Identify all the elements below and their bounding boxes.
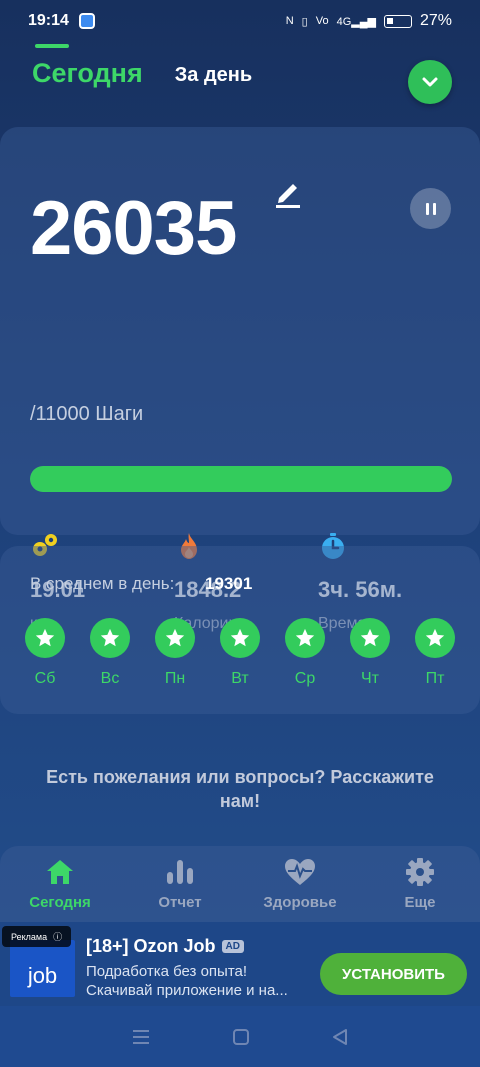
ad-tag: AD — [221, 940, 244, 953]
menu-icon[interactable] — [131, 1028, 151, 1046]
star-icon — [220, 618, 260, 658]
day-item[interactable]: Пн — [154, 618, 196, 688]
star-icon — [25, 618, 65, 658]
status-icons: N ▯ Vo 4G▂▄▆ 27% — [286, 12, 452, 30]
collapse-button[interactable] — [408, 60, 452, 104]
steps-card: 26035 /11000 Шаги 19.01 км 1848.2 Калори… — [0, 127, 480, 632]
active-tab-indicator — [35, 44, 69, 48]
nav-health[interactable]: Здоровье — [250, 856, 350, 911]
nav-report[interactable]: Отчет — [130, 856, 230, 911]
home-icon — [47, 860, 73, 884]
day-item[interactable]: Вс — [89, 618, 131, 688]
vibrate-icon: ▯ — [301, 15, 308, 28]
tab-today[interactable]: Сегодня — [32, 58, 143, 89]
star-icon — [415, 618, 455, 658]
day-item[interactable]: Чт — [349, 618, 391, 688]
volte-icon: Vo — [315, 15, 329, 27]
info-icon: ⓘ — [53, 932, 63, 942]
ad-banner[interactable]: job Реклама ⓘ [18+] Ozon Job AD Подработ… — [0, 922, 480, 1006]
nav-more[interactable]: Еще — [370, 856, 470, 911]
top-tabs: Сегодня За день — [32, 58, 252, 89]
heart-pulse-icon — [285, 859, 315, 885]
nav-today[interactable]: Сегодня — [10, 856, 110, 911]
day-label: Чт — [361, 670, 379, 687]
tab-per-day[interactable]: За день — [175, 64, 252, 87]
steps-goal: /11000 Шаги — [30, 403, 144, 425]
average-value: 19301 — [205, 574, 253, 593]
star-icon — [285, 618, 325, 658]
chevron-down-icon — [422, 77, 438, 87]
star-icon — [90, 618, 130, 658]
system-nav-bar — [0, 1006, 480, 1067]
day-item[interactable]: Сб — [24, 618, 66, 688]
home-square-icon[interactable] — [232, 1028, 250, 1046]
app-notification-icon — [78, 13, 95, 29]
status-bar: 19:14 N ▯ Vo 4G▂▄▆ 27% — [0, 0, 480, 42]
pause-button[interactable] — [410, 188, 451, 229]
nav-today-label: Сегодня — [29, 894, 91, 911]
ad-desc-line2: Скачивай приложение и на... — [86, 982, 288, 999]
nfc-icon: N — [285, 15, 294, 27]
gear-icon — [406, 858, 434, 886]
back-icon[interactable] — [331, 1028, 349, 1046]
ad-badge[interactable]: Реклама ⓘ — [2, 926, 72, 947]
steps-progress-fill — [30, 466, 452, 492]
ad-desc-line1: Подработка без опыта! — [86, 963, 248, 980]
day-label: Ср — [294, 670, 316, 687]
day-label: Вс — [100, 670, 120, 687]
edit-icon[interactable] — [274, 178, 302, 213]
install-button[interactable]: УСТАНОВИТЬ — [320, 953, 467, 995]
day-item[interactable]: Вт — [219, 618, 261, 688]
pause-icon — [425, 202, 429, 215]
battery-percent: 27% — [419, 12, 452, 29]
day-label: Пт — [425, 670, 445, 687]
star-icon — [155, 618, 195, 658]
battery-icon — [383, 14, 412, 28]
nav-report-label: Отчет — [158, 894, 202, 911]
day-label: Сб — [34, 670, 56, 687]
bottom-nav: Сегодня Отчет Здоровье Еще — [0, 846, 480, 926]
ad-badge-label: Реклама — [11, 931, 48, 942]
feedback-link[interactable]: Есть пожелания или вопросы? Расскажите н… — [40, 765, 440, 813]
signal-4g-icon: 4G▂▄▆ — [336, 15, 376, 28]
steps-progress-bar — [30, 466, 452, 492]
status-time: 19:14 — [28, 12, 69, 29]
day-label: Пн — [164, 670, 186, 687]
ad-title: [18+] Ozon Job AD — [86, 936, 244, 957]
ad-description: Подработка без опыта! Скачивай приложени… — [86, 962, 308, 1000]
average-label: В среднем в день: — [30, 574, 175, 593]
nav-more-label: Еще — [404, 894, 436, 911]
bar-chart-icon — [167, 860, 193, 884]
day-item[interactable]: Пт — [414, 618, 456, 688]
steps-count: 26035 — [30, 186, 237, 271]
day-item[interactable]: Ср — [284, 618, 326, 688]
star-icon — [350, 618, 390, 658]
ad-app-logo: job — [10, 940, 75, 997]
day-label: Вт — [231, 670, 249, 687]
nav-health-label: Здоровье — [263, 894, 337, 911]
average-card: В среднем в день: 19301 Сб Вс Пн Вт Ср Чт Пт — [0, 546, 480, 714]
ad-title-text: [18+] Ozon Job — [86, 936, 216, 956]
